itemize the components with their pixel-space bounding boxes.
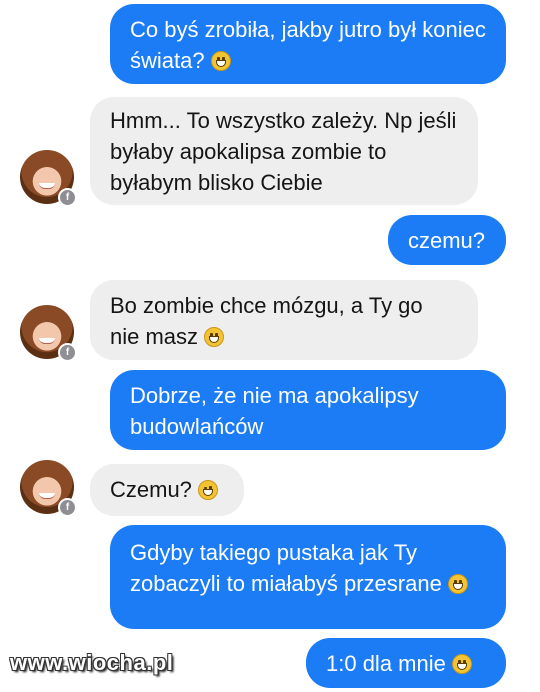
message-bubble-outgoing: 1:0 dla mnie <box>306 638 506 688</box>
watermark: www.wiocha.pl <box>10 650 174 675</box>
messenger-badge-icon: f <box>58 188 77 207</box>
wink-emoji-icon <box>197 480 218 500</box>
message-text: Co byś zrobiła, jakby jutro był koniec ś… <box>130 17 486 73</box>
message-bubble-incoming: Czemu? <box>90 464 244 516</box>
messenger-badge-icon: f <box>58 343 77 362</box>
message-bubble-incoming: Bo zombie chce mózgu, a Ty go nie masz <box>90 280 478 360</box>
smile-emoji-icon <box>204 327 225 347</box>
message-bubble-outgoing: Gdyby takiego pustaka jak Ty zobaczyli t… <box>110 525 506 629</box>
message-text: Hmm... To wszystko zależy. Np jeśli była… <box>110 108 457 195</box>
message-text: Bo zombie chce mózgu, a Ty go nie masz <box>110 293 423 349</box>
message-bubble-incoming: Hmm... To wszystko zależy. Np jeśli była… <box>90 97 478 205</box>
message-text: Czemu? <box>110 477 192 502</box>
message-bubble-outgoing: Co byś zrobiła, jakby jutro był koniec ś… <box>110 4 506 84</box>
smile-emoji-icon <box>451 654 472 674</box>
message-text: Gdyby takiego pustaka jak Ty zobaczyli t… <box>130 540 442 596</box>
message-text: czemu? <box>408 228 486 253</box>
message-bubble-outgoing: Dobrze, że nie ma apokalipsy budowlańców <box>110 370 506 450</box>
smile-emoji-icon <box>447 574 468 594</box>
smile-emoji-icon <box>210 51 231 71</box>
message-text: 1:0 dla mnie <box>326 651 446 676</box>
white-cover-patch <box>296 452 518 476</box>
message-bubble-outgoing: czemu? <box>388 215 506 265</box>
messenger-badge-icon: f <box>58 498 77 517</box>
message-text: Dobrze, że nie ma apokalipsy budowlańców <box>130 383 419 439</box>
